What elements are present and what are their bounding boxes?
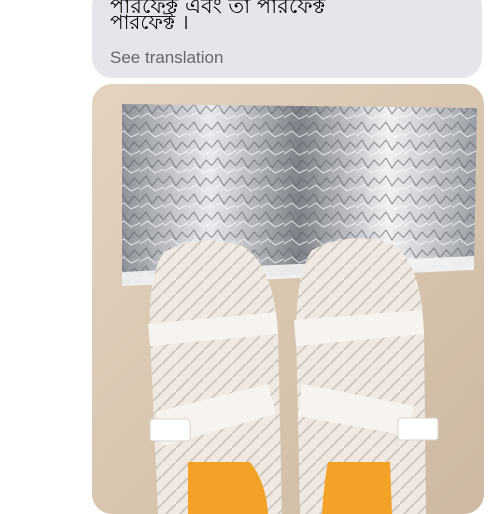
sandals-photo-illustration <box>92 84 484 514</box>
left-sandal <box>148 240 282 514</box>
see-translation-link[interactable]: See translation <box>110 48 223 68</box>
attached-photo[interactable] <box>92 84 484 514</box>
message-text: পারফেক্ট । <box>110 10 189 34</box>
message-bubble[interactable]: পারফেক্ট এবং তা পারফেক্ট পারফেক্ট । See … <box>92 0 482 78</box>
